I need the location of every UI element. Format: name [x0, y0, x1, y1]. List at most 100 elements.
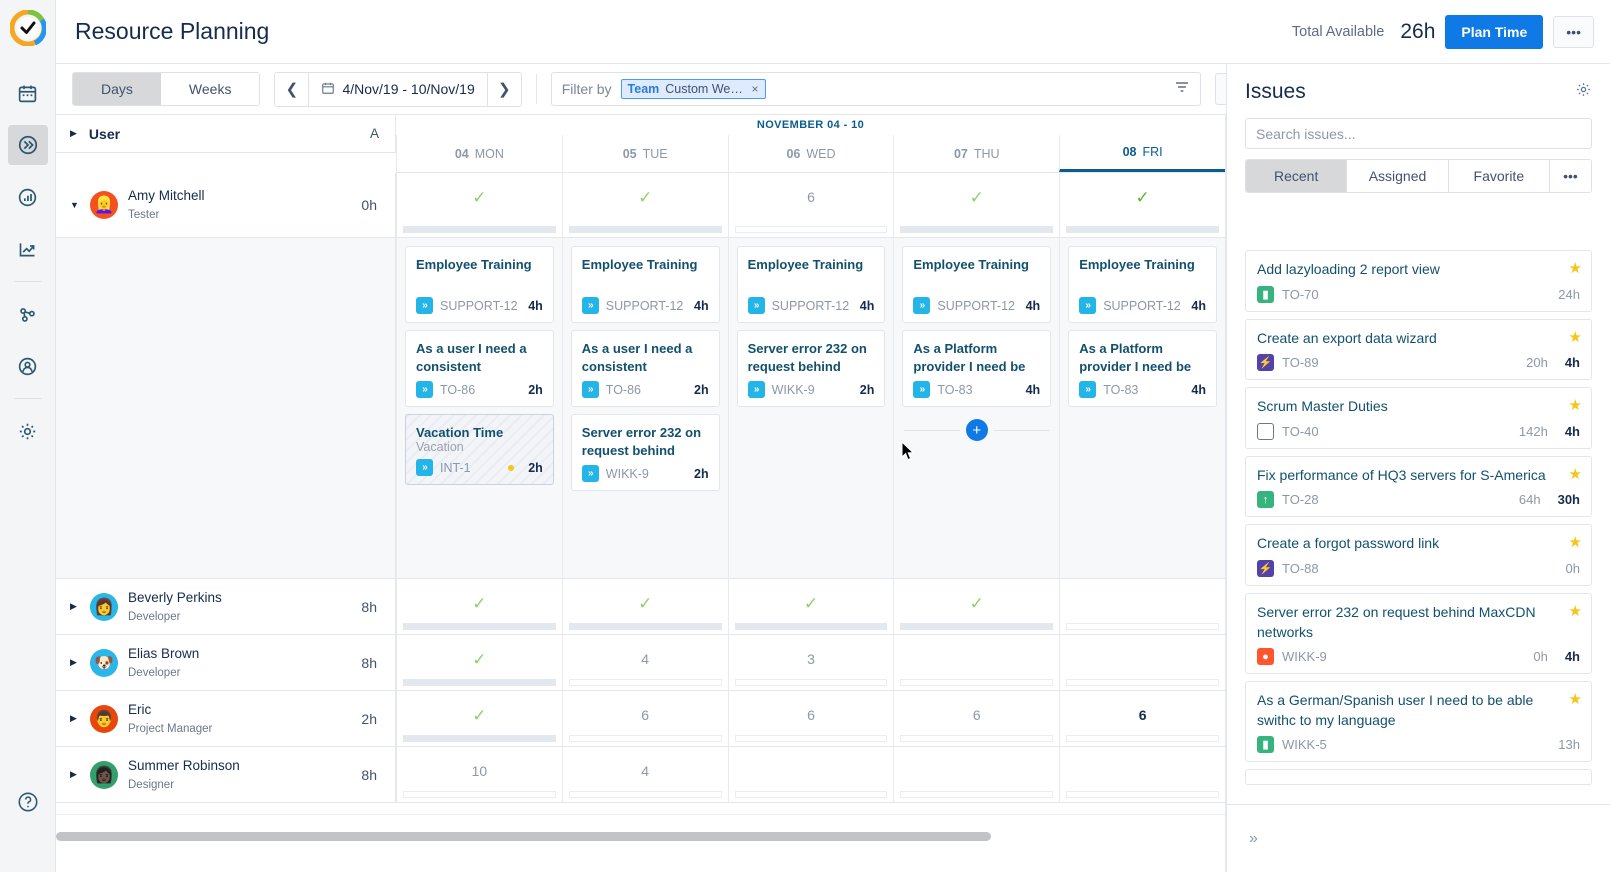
- expand-all-icon[interactable]: ▶: [70, 128, 77, 139]
- day-cell[interactable]: ✓: [396, 635, 562, 690]
- rail-item-reports[interactable]: [8, 177, 48, 217]
- table-row[interactable]: ▶🐶Elias BrownDeveloper8h✓43: [56, 635, 1225, 691]
- assignment-card[interactable]: Employee Training»SUPPORT-124h: [1068, 246, 1217, 323]
- row-expand-toggle[interactable]: ▶: [70, 657, 90, 668]
- chevron-right-icon[interactable]: ❯: [488, 73, 521, 106]
- chevron-left-icon[interactable]: ❮: [275, 73, 308, 106]
- scale-weeks-button[interactable]: Weeks: [161, 73, 260, 105]
- scale-days-button[interactable]: Days: [73, 73, 161, 105]
- user-cell[interactable]: ▶👩🏿Summer RobinsonDesigner8h: [56, 747, 396, 802]
- rail-item-calendar[interactable]: [8, 73, 48, 113]
- assignment-card[interactable]: Server error 232 on request behind»WIKK-…: [571, 414, 720, 491]
- day-cell[interactable]: 10: [396, 747, 562, 802]
- favorite-star-icon[interactable]: ★: [1569, 690, 1582, 708]
- close-icon[interactable]: ×: [752, 82, 759, 96]
- list-item[interactable]: Create a forgot password link⚡TO-880h★: [1245, 524, 1592, 586]
- day-cell[interactable]: 4: [562, 747, 728, 802]
- day-cell[interactable]: 6: [1059, 691, 1225, 746]
- favorite-star-icon[interactable]: ★: [1569, 533, 1582, 551]
- day-cell[interactable]: [893, 747, 1059, 802]
- favorite-star-icon[interactable]: ★: [1569, 259, 1582, 277]
- day-cell[interactable]: ✓: [562, 579, 728, 634]
- add-assignment-button[interactable]: +: [966, 419, 988, 441]
- table-row[interactable]: ▶👩🏿Summer RobinsonDesigner8h104: [56, 747, 1225, 803]
- day-cell[interactable]: 6: [728, 173, 894, 237]
- list-item[interactable]: Create an export data wizard⚡TO-8920h4h★: [1245, 319, 1592, 381]
- row-expand-toggle[interactable]: ▶: [70, 601, 90, 612]
- assignment-column[interactable]: Employee Training»SUPPORT-124hAs a user …: [396, 238, 562, 578]
- gear-icon[interactable]: [1575, 81, 1592, 103]
- app-logo[interactable]: [10, 10, 46, 51]
- day-cell[interactable]: 3: [728, 635, 894, 690]
- table-row[interactable]: ▶👩Beverly PerkinsDeveloper8h✓✓✓✓: [56, 579, 1225, 635]
- day-cell[interactable]: [1059, 579, 1225, 634]
- user-cell[interactable]: ▶👩Beverly PerkinsDeveloper8h: [56, 579, 396, 634]
- day-cell[interactable]: [1059, 747, 1225, 802]
- day-cell[interactable]: 6: [562, 691, 728, 746]
- table-row[interactable]: ▼👱‍♀️Amy MitchellTester0h✓✓6✓✓: [56, 173, 1225, 238]
- assignment-card[interactable]: As a user I need a consistent»TO-862h: [405, 330, 554, 407]
- day-cell[interactable]: ✓: [893, 579, 1059, 634]
- user-cell[interactable]: ▶🐶Elias BrownDeveloper8h: [56, 635, 396, 690]
- day-cell[interactable]: 6: [893, 691, 1059, 746]
- rail-item-trends[interactable]: [8, 229, 48, 269]
- assignment-card[interactable]: Employee Training»SUPPORT-124h: [902, 246, 1051, 323]
- date-range-value[interactable]: 4/Nov/19 - 10/Nov/19: [308, 73, 487, 106]
- list-item[interactable]: Server error 232 on request behind MaxCD…: [1245, 593, 1592, 674]
- user-cell[interactable]: ▼👱‍♀️Amy MitchellTester0h: [56, 173, 396, 237]
- assignment-card[interactable]: Employee Training»SUPPORT-124h: [737, 246, 886, 323]
- search-issues-box[interactable]: [1245, 118, 1592, 149]
- search-input[interactable]: [1256, 126, 1581, 142]
- row-expand-toggle[interactable]: ▼: [70, 200, 90, 210]
- help-circle-icon[interactable]: [8, 782, 48, 822]
- day-cell[interactable]: [893, 635, 1059, 690]
- filter-bar[interactable]: Filter by Team Custom Web D… ×: [551, 72, 1202, 106]
- day-cell[interactable]: ✓: [396, 173, 562, 237]
- favorite-star-icon[interactable]: ★: [1569, 465, 1582, 483]
- day-header-tue[interactable]: 05TUE: [562, 135, 728, 172]
- assignment-card[interactable]: As a Platform provider I need be»TO-834h: [902, 330, 1051, 407]
- assignment-card[interactable]: Employee Training»SUPPORT-124h: [571, 246, 720, 323]
- day-header-fri[interactable]: 08FRI: [1059, 135, 1225, 172]
- funnel-icon[interactable]: [1174, 79, 1190, 100]
- table-row[interactable]: ▶👨EricProject Manager2h✓6666: [56, 691, 1225, 747]
- day-cell[interactable]: ✓: [728, 579, 894, 634]
- day-cell[interactable]: ✓: [396, 691, 562, 746]
- user-cell[interactable]: ▶👨EricProject Manager2h: [56, 691, 396, 746]
- day-cell[interactable]: [1059, 635, 1225, 690]
- sort-indicator[interactable]: A: [370, 126, 379, 141]
- list-item[interactable]: Fix performance of HQ3 servers for S-Ame…: [1245, 456, 1592, 518]
- rail-item-resource-planning[interactable]: [8, 125, 48, 165]
- day-cell[interactable]: 6: [728, 691, 894, 746]
- tab-favorite[interactable]: Favorite: [1448, 160, 1549, 192]
- day-cell[interactable]: ✓: [396, 579, 562, 634]
- header-more-button[interactable]: •••: [1553, 16, 1594, 48]
- favorite-star-icon[interactable]: ★: [1569, 602, 1582, 620]
- tab-assigned[interactable]: Assigned: [1346, 160, 1447, 192]
- row-expand-toggle[interactable]: ▶: [70, 769, 90, 780]
- day-cell[interactable]: ✓: [893, 173, 1059, 237]
- assignment-card[interactable]: Server error 232 on request behind»WIKK-…: [737, 330, 886, 407]
- row-expand-toggle[interactable]: ▶: [70, 713, 90, 724]
- assignment-column[interactable]: Employee Training»SUPPORT-124hAs a user …: [562, 238, 728, 578]
- favorite-star-icon[interactable]: ★: [1569, 328, 1582, 346]
- assignment-card[interactable]: As a user I need a consistent»TO-862h: [571, 330, 720, 407]
- assignment-card[interactable]: As a Platform provider I need be»TO-834h: [1068, 330, 1217, 407]
- assignment-card[interactable]: Vacation TimeVacation»INT-12h: [405, 414, 554, 485]
- day-cell[interactable]: ✓: [1059, 173, 1225, 237]
- assignment-card[interactable]: Employee Training»SUPPORT-124h: [405, 246, 554, 323]
- filter-chip-team[interactable]: Team Custom Web D… ×: [621, 79, 766, 99]
- tab-[interactable]: •••: [1549, 160, 1591, 192]
- assignment-column[interactable]: Employee Training»SUPPORT-124hServer err…: [728, 238, 894, 578]
- horizontal-scrollbar[interactable]: [56, 832, 991, 841]
- assignment-column[interactable]: Employee Training»SUPPORT-124hAs a Platf…: [1059, 238, 1225, 578]
- rail-item-users[interactable]: [8, 346, 48, 386]
- list-item[interactable]: Scrum Master DutiesTO-40142h4h★: [1245, 387, 1592, 449]
- day-header-wed[interactable]: 06WED: [728, 135, 894, 172]
- list-item[interactable]: Add lazyloading 2 report view▮TO-7024h★: [1245, 250, 1592, 312]
- day-cell[interactable]: ✓: [562, 173, 728, 237]
- day-header-thu[interactable]: 07THU: [893, 135, 1059, 172]
- list-item-partial[interactable]: [1245, 769, 1592, 785]
- list-item[interactable]: As a German/Spanish user I need to be ab…: [1245, 681, 1592, 762]
- rail-item-workflow[interactable]: [8, 294, 48, 334]
